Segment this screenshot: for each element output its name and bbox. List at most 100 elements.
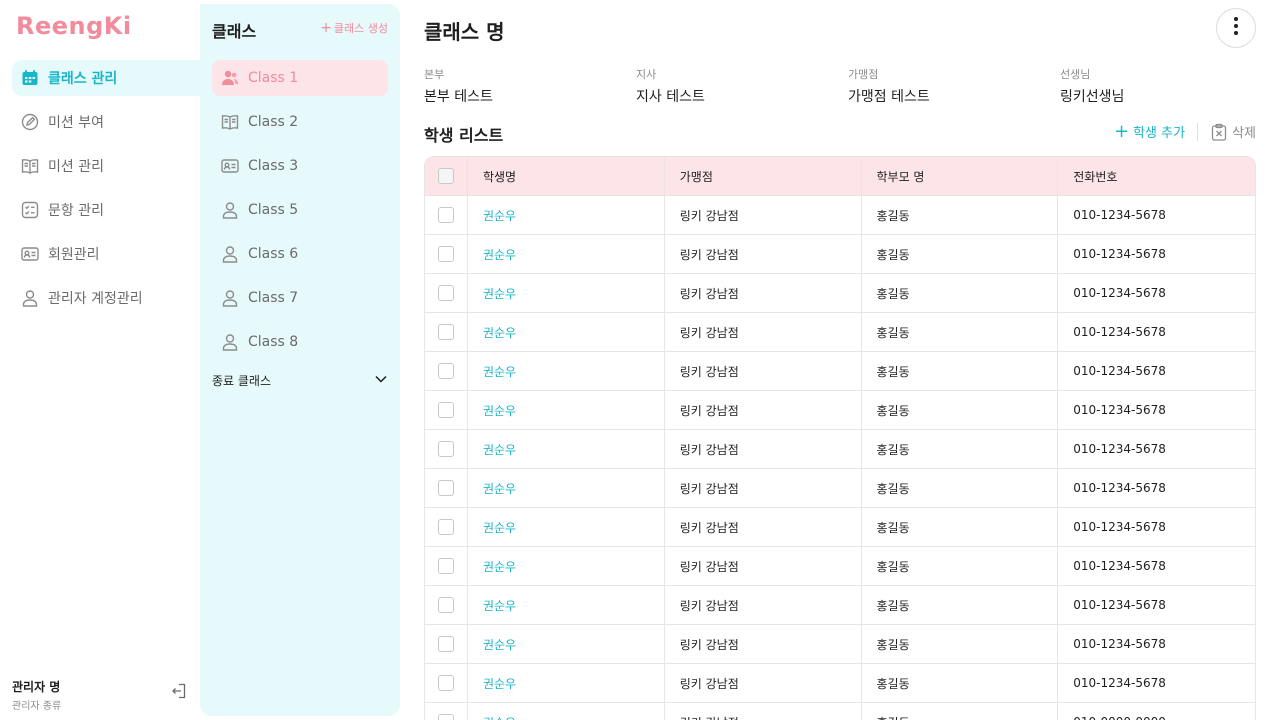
row-checkbox[interactable] (438, 597, 454, 613)
student-name-link[interactable]: 권순우 (483, 519, 516, 536)
table-row[interactable]: 권순우 링키 강남점 홍길동 010-1234-5678 (425, 508, 1255, 547)
info-label: 본부 (424, 68, 445, 81)
class-item-7[interactable]: Class 7 (212, 280, 388, 316)
student-name-link[interactable]: 권순우 (483, 480, 516, 497)
row-select-cell (425, 313, 468, 351)
row-checkbox[interactable] (438, 363, 454, 379)
row-checkbox[interactable] (438, 246, 454, 262)
student-name-link[interactable]: 권순우 (483, 363, 516, 380)
student-name-link[interactable]: 권순우 (483, 246, 516, 263)
page-title: 클래스 명 (424, 20, 505, 44)
student-name-link[interactable]: 권순우 (483, 636, 516, 653)
info-label: 지사 (636, 68, 657, 81)
student-name-cell: 권순우 (468, 547, 665, 585)
student-name-link[interactable]: 권순우 (483, 324, 516, 341)
book-icon (220, 112, 240, 132)
nav-item-mission-assign[interactable]: 미션 부여 (12, 104, 200, 140)
delete-button[interactable]: 삭제 (1210, 122, 1256, 141)
student-name-link[interactable]: 권순우 (483, 402, 516, 419)
table-row[interactable]: 권순우 링키 강남점 홍길동 010-1234-5678 (425, 625, 1255, 664)
table-row[interactable]: 권순우 링키 강남점 홍길동 010-1234-5678 (425, 274, 1255, 313)
parent-name-cell: 홍길동 (862, 196, 1059, 234)
phone-cell: 010-1234-5678 (1073, 481, 1166, 495)
student-name-link[interactable]: 권순우 (483, 597, 516, 614)
row-checkbox[interactable] (438, 558, 454, 574)
table-row[interactable]: 권순우 링키 강남점 홍길동 010-1234-5678 (425, 391, 1255, 430)
add-student-button[interactable]: + 학생 추가 (1114, 122, 1185, 141)
student-name-link[interactable]: 권순우 (483, 285, 516, 302)
table-row[interactable]: 권순우 링키 강남점 홍길동 010-1234-5678 (425, 313, 1255, 352)
table-row[interactable]: 권순우 링키 강남점 홍길동 010-1234-5678 (425, 547, 1255, 586)
row-select-cell (425, 625, 468, 663)
nav-item-question-manage[interactable]: 문항 관리 (12, 192, 200, 228)
row-checkbox[interactable] (438, 402, 454, 418)
row-checkbox[interactable] (438, 285, 454, 301)
row-checkbox[interactable] (438, 519, 454, 535)
class-item-2[interactable]: Class 2 (212, 104, 388, 140)
phone-cell: 010-1234-5678 (1073, 442, 1166, 456)
table-row[interactable]: 권순우 링키 강남점 홍길동 010-1234-5678 (425, 469, 1255, 508)
row-checkbox[interactable] (438, 441, 454, 457)
class-item-8[interactable]: Class 8 (212, 324, 388, 360)
table-row[interactable]: 권순우 링키 강남점 홍길동 010-1234-5678 (425, 586, 1255, 625)
create-class-button[interactable]: + 클래스 생성 (320, 20, 388, 36)
row-checkbox[interactable] (438, 324, 454, 340)
class-item-3[interactable]: Class 3 (212, 148, 388, 184)
student-name-link[interactable]: 권순우 (483, 714, 516, 720)
row-checkbox[interactable] (438, 207, 454, 223)
student-name-link[interactable]: 권순우 (483, 558, 516, 575)
student-name-cell: 권순우 (468, 235, 665, 273)
franchise-cell: 링키 강남점 (665, 274, 862, 312)
create-class-label: 클래스 생성 (333, 22, 388, 35)
users-icon (220, 68, 240, 88)
nav-item-label: 문항 관리 (48, 203, 104, 219)
parent-name-cell: 홍길동 (862, 625, 1059, 663)
checklist-icon (20, 200, 40, 220)
nav-item-mission-manage[interactable]: 미션 관리 (12, 148, 200, 184)
nav-item-class-manage[interactable]: 클래스 관리 (12, 60, 200, 96)
student-name-link[interactable]: 권순우 (483, 675, 516, 692)
class-item-label: Class 1 (248, 70, 299, 86)
phone-cell: 010-1234-5678 (1073, 247, 1166, 261)
class-item-1[interactable]: Class 1 (212, 60, 388, 96)
table-row[interactable]: 권순우 링키 강남점 홍길동 010-1234-5678 (425, 664, 1255, 703)
student-name-link[interactable]: 권순우 (483, 441, 516, 458)
id-card-icon (220, 156, 240, 176)
table-row[interactable]: 권순우 링키 강남점홍길동010-0000-0000 (425, 703, 1255, 720)
phone-cell: 010-1234-5678 (1073, 364, 1166, 378)
column-header-franchise[interactable]: 가맹점 (665, 157, 862, 195)
column-header-student[interactable]: 학생명 (468, 157, 665, 195)
row-checkbox[interactable] (438, 480, 454, 496)
table-row[interactable]: 권순우 링키 강남점 홍길동 010-1234-5678 (425, 352, 1255, 391)
student-name-link[interactable]: 권순우 (483, 207, 516, 224)
clipboard-delete-icon (1210, 123, 1228, 141)
logout-icon[interactable] (170, 682, 190, 702)
user-icon (220, 200, 240, 220)
column-header-parent[interactable]: 학부모 명 (862, 157, 1059, 195)
class-item-6[interactable]: Class 6 (212, 236, 388, 272)
student-name-cell: 권순우 (468, 430, 665, 468)
plus-icon: + (320, 20, 332, 36)
table-row[interactable]: 권순우 링키 강남점 홍길동 010-1234-5678 (425, 196, 1255, 235)
parent-name-cell: 홍길동 (862, 469, 1059, 507)
ended-classes-toggle[interactable]: 종료 클래스 (212, 372, 388, 389)
row-checkbox[interactable] (438, 714, 454, 720)
column-header-phone[interactable]: 전화번호 (1058, 157, 1255, 195)
row-select-cell (425, 274, 468, 312)
table-row[interactable]: 권순우 링키 강남점 홍길동 010-1234-5678 (425, 430, 1255, 469)
table-row[interactable]: 권순우 링키 강남점 홍길동 010-1234-5678 (425, 235, 1255, 274)
more-options-button[interactable] (1216, 8, 1256, 48)
select-all-checkbox[interactable] (438, 168, 454, 184)
info-teacher: 선생님 링키선생님 (1060, 66, 1124, 106)
nav-item-label: 미션 부여 (48, 115, 104, 131)
class-item-5[interactable]: Class 5 (212, 192, 388, 228)
main-nav: ReengKi 클래스 관리 미션 부여 미션 관리 문항 관리 회원관리 관리… (0, 0, 200, 720)
nav-item-admin-account[interactable]: 관리자 계정관리 (12, 280, 200, 316)
class-item-label: Class 2 (248, 114, 299, 130)
phone-cell: 010-1234-5678 (1073, 325, 1166, 339)
app-root: ReengKi 클래스 관리 미션 부여 미션 관리 문항 관리 회원관리 관리… (0, 0, 1280, 720)
nav-item-member-manage[interactable]: 회원관리 (12, 236, 200, 272)
row-checkbox[interactable] (438, 636, 454, 652)
row-checkbox[interactable] (438, 675, 454, 691)
franchise-cell: 링키 강남점 (665, 625, 862, 663)
